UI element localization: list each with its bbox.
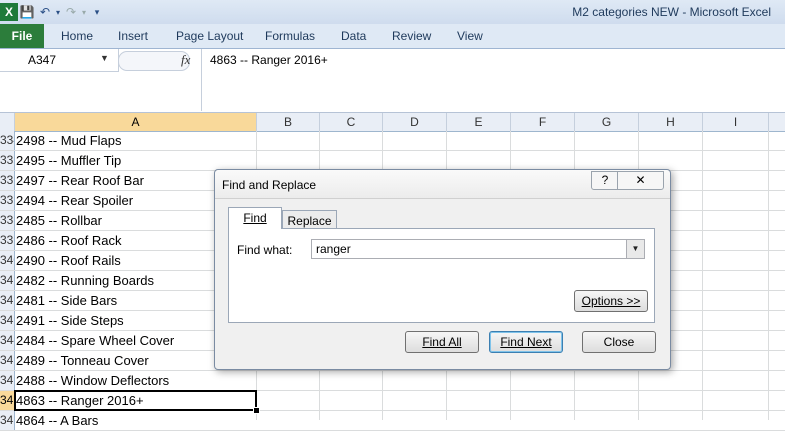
tab-file[interactable]: File (0, 24, 44, 48)
tab-review[interactable]: Review (392, 29, 431, 43)
redo-dropdown-icon[interactable]: ▾ (80, 3, 88, 21)
row-header[interactable]: 340 (0, 251, 15, 270)
column-header-i[interactable]: I (703, 113, 769, 131)
cell-a[interactable]: 2486 -- Roof Rack (16, 231, 122, 250)
column-header-b[interactable]: B (257, 113, 320, 131)
find-what-label: Find what: (237, 243, 293, 257)
table-row: 3484864 -- A Bars (0, 411, 785, 431)
chevron-down-icon[interactable]: ▼ (626, 240, 644, 258)
cell-a[interactable]: 2490 -- Roof Rails (16, 251, 121, 270)
close-button[interactable]: Close (582, 331, 656, 353)
row-header[interactable]: 335 (0, 151, 15, 170)
row-header[interactable]: 342 (0, 291, 15, 310)
tab-home[interactable]: Home (61, 29, 93, 43)
ribbon-tabs: Home Insert Page Layout Formulas Data Re… (0, 24, 785, 49)
cell-a[interactable]: 2498 -- Mud Flaps (16, 131, 122, 150)
cell-a[interactable]: 2497 -- Rear Roof Bar (16, 171, 144, 190)
row-header[interactable]: 348 (0, 411, 15, 430)
customize-toolbar-icon[interactable]: ▾ (88, 3, 106, 21)
excel-icon[interactable]: X (0, 3, 18, 21)
undo-dropdown-icon[interactable]: ▾ (54, 3, 62, 21)
name-box-value: A347 (28, 53, 57, 67)
table-row: 3352495 -- Muffler Tip (0, 151, 785, 171)
active-cell-border (14, 390, 257, 411)
table-row: 3462488 -- Window Deflectors (0, 371, 785, 391)
table-row: 3342498 -- Mud Flaps (0, 131, 785, 151)
insert-function-icon[interactable]: fx (181, 52, 190, 68)
dialog-title: Find and Replace (222, 178, 317, 192)
row-header[interactable]: 343 (0, 311, 15, 330)
dialog-title-bar[interactable]: Find and Replace ? ✕ (215, 170, 670, 199)
find-what-value: ranger (316, 242, 351, 256)
row-header[interactable]: 336 (0, 171, 15, 190)
tab-view[interactable]: View (457, 29, 483, 43)
cell-a[interactable]: 2484 -- Spare Wheel Cover (16, 331, 174, 350)
tab-data[interactable]: Data (341, 29, 366, 43)
cell-a[interactable]: 2482 -- Running Boards (16, 271, 154, 290)
row-header[interactable]: 346 (0, 371, 15, 390)
close-icon[interactable]: ✕ (617, 171, 664, 190)
tab-find[interactable]: Find (228, 207, 282, 229)
find-next-button[interactable]: Find Next (489, 331, 563, 353)
tab-formulas[interactable]: Formulas (265, 29, 315, 43)
tab-replace[interactable]: Replace (282, 210, 337, 230)
row-header[interactable]: 347 (0, 391, 15, 410)
formula-input[interactable]: 4863 -- Ranger 2016+ (201, 49, 785, 111)
cell-a[interactable]: 2494 -- Rear Spoiler (16, 191, 133, 210)
find-replace-dialog: Find and Replace ? ✕ Find Replace Find w… (214, 169, 671, 370)
window-title: M2 categories NEW - Microsoft Excel (572, 5, 771, 19)
column-header-a[interactable]: A (15, 113, 257, 131)
tab-find-label: Find (243, 211, 267, 225)
cell-a[interactable]: 2488 -- Window Deflectors (16, 371, 169, 390)
cell-a[interactable]: 2489 -- Tonneau Cover (16, 351, 149, 370)
formula-bar-separator (118, 51, 190, 71)
column-header-d[interactable]: D (383, 113, 447, 131)
cell-a[interactable]: 4864 -- A Bars (16, 411, 98, 430)
cell-a[interactable]: 2495 -- Muffler Tip (16, 151, 121, 170)
row-header[interactable]: 337 (0, 191, 15, 210)
column-header-g[interactable]: G (575, 113, 639, 131)
quick-access-toolbar: X 💾 ↶ ▾ ↷ ▾ ▾ (0, 2, 106, 22)
row-header[interactable]: 344 (0, 331, 15, 350)
cell-a[interactable]: 2491 -- Side Steps (16, 311, 124, 330)
row-header[interactable]: 339 (0, 231, 15, 250)
formula-value: 4863 -- Ranger 2016+ (210, 53, 328, 67)
redo-icon[interactable]: ↷ (62, 3, 80, 21)
column-header-f[interactable]: F (511, 113, 575, 131)
options-button[interactable]: Options >> (574, 290, 648, 312)
name-box[interactable]: A347 ▼ (0, 49, 119, 72)
tab-replace-label: Replace (287, 214, 332, 228)
fill-handle[interactable] (253, 407, 260, 414)
tab-page-layout[interactable]: Page Layout (176, 29, 243, 43)
cell-a[interactable]: 2481 -- Side Bars (16, 291, 117, 310)
column-header-h[interactable]: H (639, 113, 703, 131)
row-header[interactable]: 341 (0, 271, 15, 290)
save-icon[interactable]: 💾 (18, 3, 36, 21)
formula-bar: A347 ▼ fx 4863 -- Ranger 2016+ (0, 49, 785, 113)
column-header-e[interactable]: E (447, 113, 511, 131)
select-all-corner[interactable] (0, 113, 15, 131)
chevron-down-icon[interactable]: ▼ (100, 53, 109, 63)
help-icon[interactable]: ? (591, 171, 619, 190)
row-header[interactable]: 334 (0, 131, 15, 150)
row-header[interactable]: 345 (0, 351, 15, 370)
title-bar: X 💾 ↶ ▾ ↷ ▾ ▾ M2 categories NEW - Micros… (0, 0, 785, 24)
undo-icon[interactable]: ↶ (36, 3, 54, 21)
cell-a[interactable]: 2485 -- Rollbar (16, 211, 102, 230)
column-headers: A B C D E F G H I (0, 113, 785, 132)
tab-insert[interactable]: Insert (118, 29, 148, 43)
column-header-c[interactable]: C (320, 113, 383, 131)
find-all-button[interactable]: Find All (405, 331, 479, 353)
find-what-input[interactable]: ranger ▼ (311, 239, 645, 259)
row-header[interactable]: 338 (0, 211, 15, 230)
